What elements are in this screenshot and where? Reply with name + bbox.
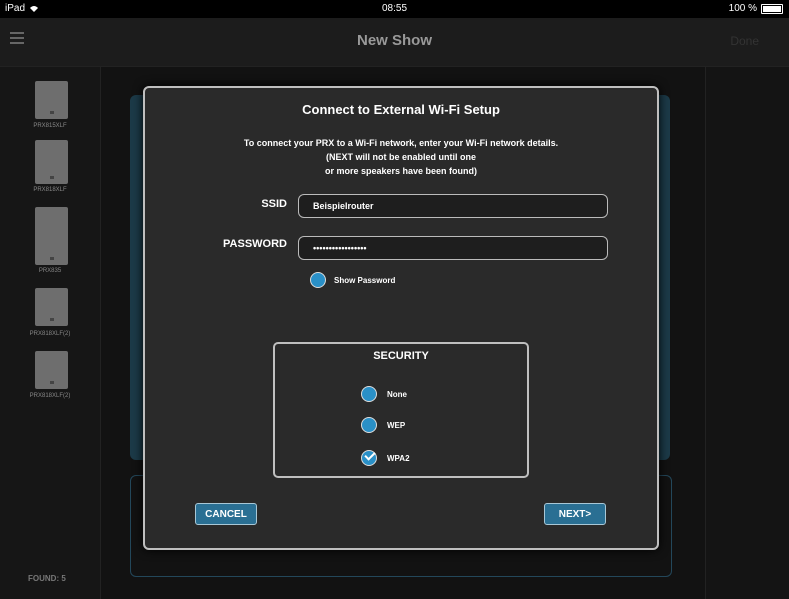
- security-option-label: None: [387, 390, 407, 399]
- speaker-label: PRX818XLF(2): [29, 331, 71, 337]
- speaker-icon[interactable]: [35, 288, 68, 326]
- speaker-label: PRX835: [38, 268, 62, 274]
- security-group: SECURITY None WEP WPA2: [273, 342, 529, 478]
- ssid-input[interactable]: Beispielrouter: [298, 194, 608, 218]
- speaker-label: PRX818XLF(2): [29, 393, 71, 399]
- done-button[interactable]: Done: [730, 34, 759, 48]
- speaker-icon[interactable]: [35, 207, 68, 265]
- security-title: SECURITY: [373, 350, 429, 362]
- show-password-label: Show Password: [334, 276, 396, 285]
- security-none-radio[interactable]: [361, 386, 377, 402]
- password-label: PASSWORD: [223, 238, 287, 250]
- found-count: FOUND: 5: [28, 574, 66, 583]
- description-line: To connect your PRX to a Wi-Fi network, …: [243, 138, 559, 148]
- wifi-setup-dialog: Connect to External Wi-Fi Setup To conne…: [143, 86, 659, 550]
- clock: 08:55: [381, 3, 408, 14]
- speaker-label: PRX818XLF: [33, 187, 67, 193]
- dialog-title: Connect to External Wi-Fi Setup: [302, 102, 500, 117]
- description-line: or more speakers have been found): [324, 166, 478, 176]
- password-input[interactable]: •••••••••••••••••: [298, 236, 608, 260]
- speaker-sidebar: PRX815XLF PRX818XLF PRX835 PRX818XLF(2) …: [0, 67, 101, 599]
- speaker-icon[interactable]: [35, 351, 68, 389]
- security-wep-radio[interactable]: [361, 417, 377, 433]
- cancel-button[interactable]: CANCEL: [195, 503, 257, 525]
- dialog-description: To connect your PRX to a Wi-Fi network, …: [145, 136, 657, 178]
- next-button[interactable]: NEXT>: [544, 503, 606, 525]
- page-title: New Show: [356, 32, 432, 49]
- description-line: (NEXT will not be enabled until one: [325, 152, 476, 162]
- battery-icon: [761, 3, 783, 14]
- security-option-label: WEP: [387, 421, 406, 430]
- nav-bar: New Show Done: [0, 18, 789, 67]
- ssid-label: SSID: [261, 198, 287, 210]
- right-panel: [705, 67, 789, 599]
- checkmark-icon: [364, 449, 376, 461]
- status-bar: iPad 08:55 100 %: [0, 0, 789, 18]
- battery-percent: 100 %: [728, 3, 757, 14]
- speaker-icon[interactable]: [35, 140, 68, 184]
- speaker-label: PRX815XLF: [33, 123, 67, 129]
- security-option-label: WPA2: [387, 454, 410, 463]
- show-password-toggle[interactable]: [310, 272, 326, 288]
- security-wpa2-radio[interactable]: [361, 449, 377, 466]
- speaker-icon[interactable]: [35, 81, 68, 119]
